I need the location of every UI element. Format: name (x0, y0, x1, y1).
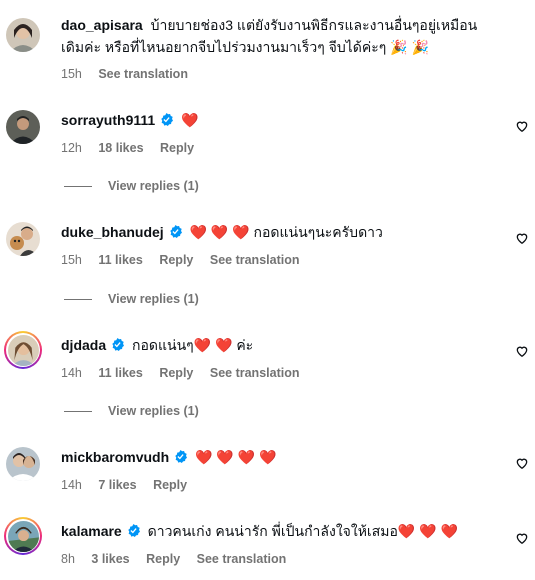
divider (64, 299, 92, 301)
comment-text: ❤️ ❤️ ❤️ ❤️ (195, 449, 277, 465)
heart-outline-icon[interactable] (515, 119, 529, 133)
view-replies-label: View replies (1) (108, 179, 199, 193)
comment-text: กอดแน่นๆ❤️ ❤️ ค่ะ (132, 337, 254, 353)
avatar[interactable] (6, 110, 40, 144)
comment-text: ❤️ (181, 112, 199, 128)
username[interactable]: duke_bhanudej (61, 224, 164, 240)
reply-button[interactable]: Reply (159, 253, 193, 267)
timestamp: 15h (61, 67, 82, 81)
see-translation-link[interactable]: See translation (98, 67, 188, 81)
username[interactable]: mickbaromvudh (61, 449, 169, 465)
timestamp: 14h (61, 366, 82, 380)
view-replies-label: View replies (1) (108, 292, 199, 306)
verified-badge-icon (128, 524, 140, 537)
avatar (7, 334, 39, 366)
heart-outline-icon[interactable] (515, 231, 529, 245)
view-replies-button[interactable]: View replies (1) (64, 179, 199, 193)
verified-badge-icon (161, 113, 174, 126)
see-translation-link[interactable]: See translation (197, 552, 287, 566)
reply-button[interactable]: Reply (159, 366, 193, 380)
reply-button[interactable]: Reply (160, 141, 194, 155)
timestamp: 12h (61, 141, 82, 155)
username[interactable]: kalamare (61, 523, 122, 539)
likes-count[interactable]: 3 likes (91, 552, 129, 566)
avatar[interactable] (6, 447, 40, 481)
username[interactable]: djdada (61, 337, 106, 353)
see-translation-link[interactable]: See translation (210, 366, 300, 380)
avatar-story-ring[interactable] (4, 517, 42, 555)
username[interactable]: dao_apisara (61, 17, 143, 33)
comment-text: ❤️ ❤️ ❤️ กอดแน่นๆนะครับดาว (189, 224, 383, 240)
view-replies-button[interactable]: View replies (1) (64, 404, 199, 418)
avatar[interactable] (6, 222, 40, 256)
see-translation-link[interactable]: See translation (210, 253, 300, 267)
likes-count[interactable]: 18 likes (98, 141, 143, 155)
likes-count[interactable]: 7 likes (98, 478, 136, 492)
reply-button[interactable]: Reply (146, 552, 180, 566)
username[interactable]: sorrayuth9111 (61, 112, 155, 128)
reply-button[interactable]: Reply (153, 478, 187, 492)
timestamp: 8h (61, 552, 75, 566)
verified-badge-icon (112, 338, 125, 351)
likes-count[interactable]: 11 likes (98, 366, 143, 380)
likes-count[interactable]: 11 likes (98, 253, 143, 267)
timestamp: 15h (61, 253, 82, 267)
comment-text-cont: เดิมค่ะ หรือที่ไหนอยากจีบไปร่วมงานมาเร็ว… (61, 39, 429, 55)
view-replies-label: View replies (1) (108, 404, 199, 418)
heart-outline-icon[interactable] (515, 456, 529, 470)
timestamp: 14h (61, 478, 82, 492)
avatar[interactable] (6, 18, 40, 52)
verified-badge-icon (175, 450, 188, 463)
comment-text: ดาวคนเก่ง คนน่ารัก พี่เป็นกำลังใจให้เสมอ… (147, 523, 458, 539)
heart-outline-icon[interactable] (515, 531, 529, 545)
divider (64, 186, 92, 188)
view-replies-button[interactable]: View replies (1) (64, 292, 199, 306)
heart-outline-icon[interactable] (515, 344, 529, 358)
verified-badge-icon (169, 225, 182, 238)
divider (64, 411, 92, 413)
comment-text: บ้ายบายช่อง3 แต่ยังรับงานพิธีกรและงานอื่… (150, 17, 478, 33)
avatar-story-ring[interactable] (4, 331, 42, 369)
avatar (7, 520, 39, 552)
